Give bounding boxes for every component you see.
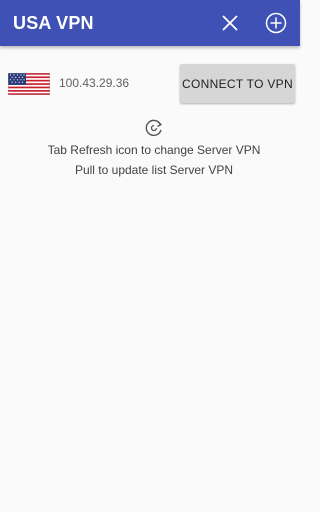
refresh-icon	[145, 119, 162, 137]
close-button[interactable]	[216, 9, 244, 37]
server-ip-address: 100.43.29.36	[59, 76, 130, 90]
server-row: 100.43.29.36 CONNECT TO VPN	[0, 56, 300, 112]
usa-flag-icon	[8, 73, 50, 95]
refresh-button[interactable]	[143, 117, 165, 139]
app-title: USA VPN	[13, 13, 94, 33]
add-server-button[interactable]	[262, 9, 290, 37]
connect-to-vpn-button[interactable]: CONNECT TO VPN	[180, 64, 295, 103]
pull-to-update-hint-text: Pull to update list Server VPN	[74, 163, 234, 177]
close-icon	[222, 15, 238, 31]
app-bar: USA VPN	[0, 0, 300, 46]
refresh-hint-text: Tab Refresh icon to change Server VPN	[47, 143, 261, 157]
add-circle-icon	[265, 12, 287, 34]
